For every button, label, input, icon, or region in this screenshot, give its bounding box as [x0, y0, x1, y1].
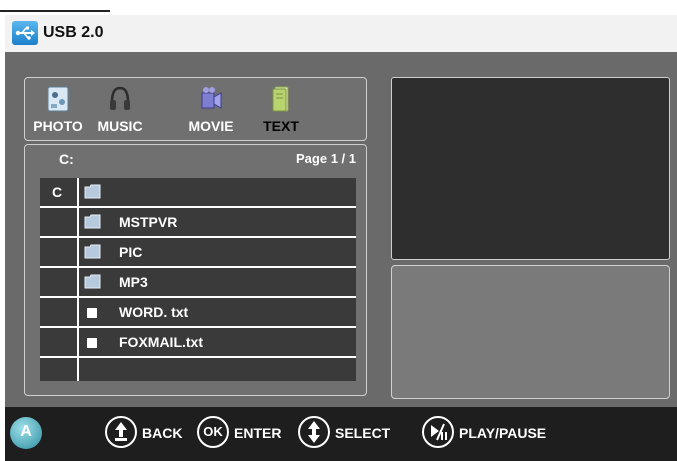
select-hint: SELECT: [335, 425, 391, 441]
item-name: MP3: [119, 274, 148, 290]
photo-icon: [46, 84, 70, 114]
tab-music[interactable]: MUSIC: [91, 84, 149, 134]
tab-movie-label: MOVIE: [188, 118, 234, 134]
list-item[interactable]: MSTPVR: [40, 208, 356, 238]
tab-music-label: MUSIC: [97, 118, 143, 134]
tab-photo-label: PHOTO: [33, 118, 83, 134]
item-name: MSTPVR: [119, 214, 178, 230]
usb-icon: [12, 21, 38, 45]
up-down-arrow-icon: [105, 416, 137, 448]
tab-text[interactable]: TEXT: [252, 84, 310, 134]
folder-icon: [84, 184, 101, 199]
folder-icon: [84, 244, 101, 259]
info-pane: [391, 265, 670, 399]
headphones-icon: [108, 84, 132, 114]
play-pause-hint: PLAY/PAUSE: [459, 425, 547, 441]
main-area: PHOTO MUSIC MOVIE TEXT C: Page 1 / 1 C M…: [5, 52, 677, 407]
folder-icon: [84, 214, 101, 229]
back-hint: BACK: [142, 425, 183, 441]
item-name: PIC: [119, 244, 143, 260]
item-name: FOXMAIL.txt: [119, 334, 203, 350]
list-item[interactable]: MP3: [40, 268, 356, 298]
ok-button-icon: OK: [197, 416, 229, 448]
window-title: USB 2.0: [43, 24, 104, 41]
media-type-tabs: PHOTO MUSIC MOVIE TEXT: [24, 77, 367, 141]
preview-pane: [391, 77, 670, 260]
help-bar: A BACK OK ENTER SELECT PLAY/PAUSE: [5, 407, 677, 461]
column-divider: [77, 178, 79, 381]
list-item[interactable]: C: [40, 178, 356, 208]
drive-letter: C: [52, 184, 63, 200]
item-name: WORD. txt: [119, 304, 189, 320]
tab-movie[interactable]: MOVIE: [182, 84, 240, 134]
file-list: C MSTPVR PIC MP3 WORD. txt FOXMAIL.txt: [40, 178, 356, 381]
title-bar: USB 2.0: [5, 15, 677, 53]
file-icon: [87, 308, 97, 318]
current-drive: C:: [59, 151, 74, 167]
folder-icon: [84, 274, 101, 289]
list-item[interactable]: WORD. txt: [40, 298, 356, 328]
page-indicator: Page 1 / 1: [296, 151, 356, 166]
list-item[interactable]: FOXMAIL.txt: [40, 328, 356, 358]
top-divider-line: [0, 10, 110, 12]
play-pause-icon: [422, 416, 454, 448]
tab-text-label: TEXT: [263, 118, 299, 134]
brand-logo: A: [10, 417, 42, 449]
enter-hint: ENTER: [234, 425, 282, 441]
list-item[interactable]: PIC: [40, 238, 356, 268]
tab-photo[interactable]: PHOTO: [28, 84, 88, 134]
ok-label: OK: [203, 424, 223, 439]
movie-icon: [199, 84, 223, 114]
text-file-icon: [269, 84, 293, 114]
file-icon: [87, 338, 97, 348]
navigate-arrows-icon: [298, 416, 330, 448]
file-browser: C: Page 1 / 1 C MSTPVR PIC MP3 WORD. txt…: [24, 144, 367, 396]
